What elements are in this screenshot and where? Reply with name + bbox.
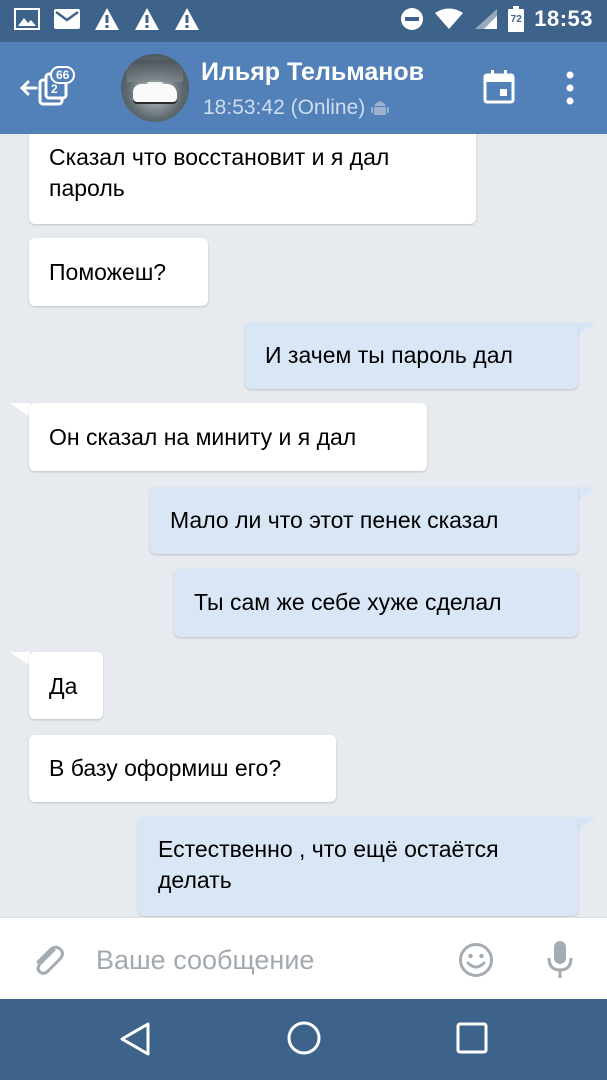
unread-badge: 66: [50, 66, 76, 84]
bubble-tail: [10, 403, 30, 417]
bubble-tail: [577, 487, 597, 501]
signal-icon: [475, 9, 498, 29]
last-seen-status: 18:53:42 (Online): [203, 96, 390, 120]
status-bar: 72 18:53: [0, 0, 607, 42]
emoji-icon: [459, 943, 493, 977]
attach-button[interactable]: [30, 940, 66, 980]
avatar-car: [133, 84, 177, 102]
message-text: Естественно , что ещё остаётся: [158, 836, 499, 862]
message-incoming[interactable]: Поможеш?: [29, 238, 208, 306]
voice-message-button[interactable]: [547, 940, 573, 980]
nav-recent-icon: [456, 1022, 488, 1054]
message-text: Он сказал на миниту и я дал: [49, 424, 357, 450]
mail-icon: [54, 9, 80, 29]
last-seen-time: 18:53:42 (Online): [203, 96, 366, 119]
message-outgoing[interactable]: Естественно , что ещё остаётся делать: [138, 817, 578, 916]
message-composer: [0, 917, 607, 999]
message-text: Мало ли что этот пенек сказал: [170, 507, 499, 533]
nav-back-icon: [120, 1022, 150, 1056]
system-icons: 72 18:53: [400, 6, 593, 32]
image-icon: [14, 8, 40, 30]
message-text: И зачем ты пароль дал: [265, 342, 513, 368]
notification-icons: [14, 7, 200, 31]
bubble-tail: [577, 817, 597, 831]
wifi-icon: [435, 8, 464, 29]
back-button[interactable]: 2 66: [20, 64, 76, 114]
message-text: Сказал что восстановит и я дал: [49, 144, 390, 170]
message-text: В базу оформиш его?: [49, 755, 282, 781]
message-text: Поможеш?: [49, 259, 167, 285]
svg-text:2: 2: [51, 82, 58, 96]
do-not-disturb-icon: [401, 8, 424, 30]
message-incoming[interactable]: Сказал что восстановит и я дал пароль: [29, 134, 476, 224]
battery-level: 72: [510, 14, 522, 25]
battery-icon: 72: [508, 6, 525, 32]
bubble-tail: [10, 652, 30, 666]
message-incoming[interactable]: В базу оформиш его?: [29, 735, 336, 802]
message-outgoing[interactable]: И зачем ты пароль дал: [245, 322, 578, 389]
more-options-button[interactable]: [560, 70, 580, 106]
message-text: Да: [49, 673, 78, 699]
message-incoming[interactable]: Да: [29, 652, 103, 719]
message-text: пароль: [49, 175, 125, 201]
attach-icon: [36, 945, 64, 975]
system-navigation-bar: [0, 999, 607, 1080]
warning-icon: [135, 8, 159, 30]
message-outgoing[interactable]: Ты сам же себе хуже сделал: [174, 569, 578, 637]
calendar-icon: [483, 70, 515, 104]
warning-icon: [175, 8, 199, 30]
warning-icon: [95, 8, 119, 30]
emoji-button[interactable]: [458, 942, 494, 978]
message-text: делать: [158, 867, 232, 893]
message-text: Ты сам же себе хуже сделал: [194, 589, 502, 615]
contact-name[interactable]: Ильяр Тельманов: [201, 58, 424, 87]
nav-recent-apps-button[interactable]: [456, 1022, 488, 1054]
nav-back-button[interactable]: [118, 1021, 154, 1057]
nav-home-icon: [287, 1021, 321, 1055]
bubble-tail: [577, 322, 597, 336]
status-time: 18:53: [534, 6, 593, 31]
avatar-background: [127, 60, 183, 82]
message-list[interactable]: Сказал что восстановит и я дал пароль По…: [0, 134, 607, 917]
more-vert-icon: [566, 71, 574, 105]
message-incoming[interactable]: Он сказал на миниту и я дал: [29, 403, 427, 471]
mic-icon: [547, 941, 573, 978]
chat-header: 2 66 Ильяр Тельманов 18:53:42 (Online): [0, 42, 607, 134]
nav-home-button[interactable]: [286, 1020, 322, 1056]
avatar[interactable]: [121, 54, 189, 122]
message-outgoing[interactable]: Мало ли что этот пенек сказал: [150, 487, 578, 554]
android-icon: [371, 101, 390, 115]
calendar-button[interactable]: [483, 70, 515, 104]
message-input[interactable]: [96, 940, 426, 980]
